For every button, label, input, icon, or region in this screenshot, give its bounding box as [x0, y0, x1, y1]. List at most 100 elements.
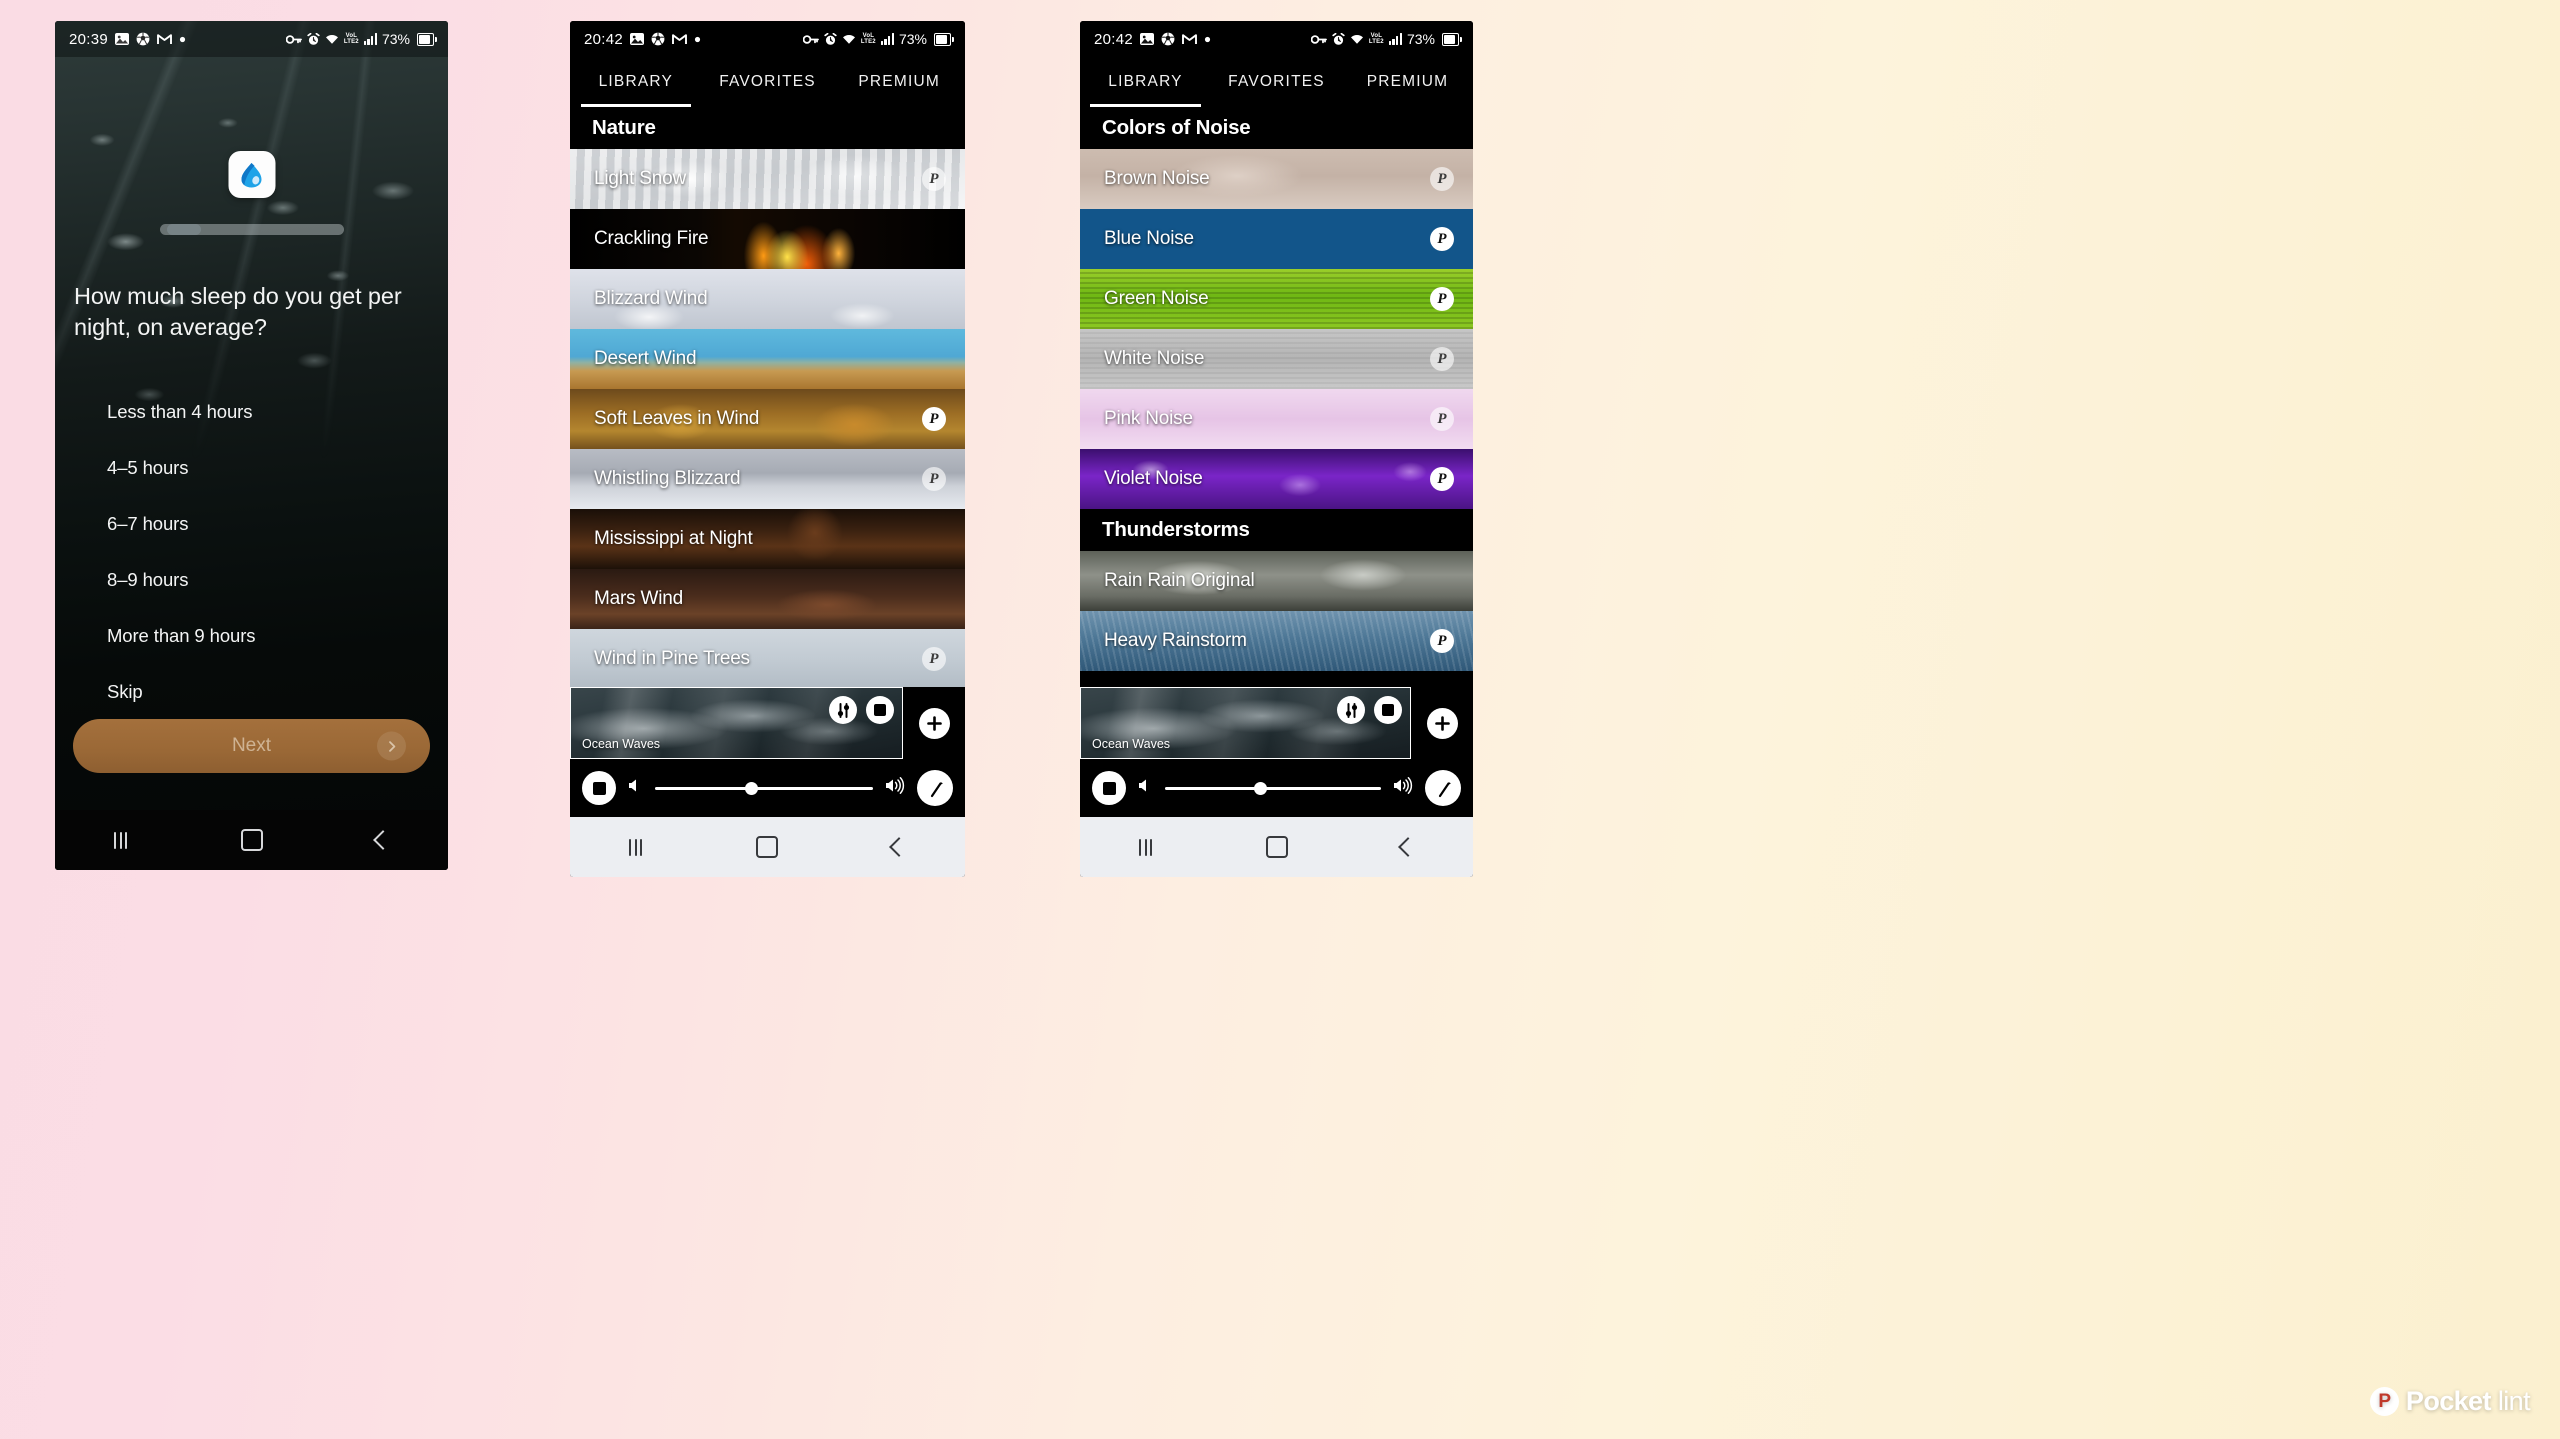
premium-badge[interactable]: P — [1430, 227, 1454, 251]
list-item[interactable]: Desert Wind — [570, 329, 965, 389]
recents-icon[interactable] — [606, 827, 666, 867]
mixer-icon[interactable] — [829, 696, 857, 724]
list-item[interactable]: Green Noise P — [1080, 269, 1473, 329]
option-less-than-4-hours[interactable]: Less than 4 hours — [107, 401, 428, 423]
section-header-nature: Nature — [570, 107, 965, 149]
premium-badge[interactable]: P — [1430, 467, 1454, 491]
volte-icon: VoL LTE2 — [1368, 33, 1384, 45]
option-8-9-hours[interactable]: 8–9 hours — [107, 569, 428, 591]
tab-library[interactable]: LIBRARY — [1080, 57, 1211, 107]
home-icon[interactable] — [1247, 827, 1307, 867]
home-icon[interactable] — [222, 820, 282, 860]
phone-2-tab-bar: LIBRARY FAVORITES PREMIUM — [570, 57, 965, 107]
plus-icon[interactable] — [1426, 707, 1458, 739]
premium-badge[interactable]: P — [922, 647, 946, 671]
gmail-icon — [672, 33, 687, 45]
phone-1-nav-bar — [55, 810, 448, 870]
stop-icon[interactable] — [1374, 696, 1402, 724]
tab-favorites[interactable]: FAVORITES — [702, 57, 834, 107]
tab-premium[interactable]: PREMIUM — [833, 57, 965, 107]
list-item[interactable]: Crackling Fire — [570, 209, 965, 269]
list-item-label: Crackling Fire — [594, 228, 709, 249]
recents-icon[interactable] — [91, 820, 151, 860]
list-item[interactable]: Blizzard Wind — [570, 269, 965, 329]
list-item[interactable]: Heavy Rainstorm P — [1080, 611, 1473, 671]
battery-icon — [417, 32, 437, 46]
tab-library[interactable]: LIBRARY — [570, 57, 702, 107]
sleep-timer-icon[interactable] — [1425, 770, 1461, 806]
back-icon[interactable] — [353, 820, 413, 860]
photos-icon — [1140, 32, 1155, 46]
volume-slider[interactable] — [655, 778, 873, 798]
back-icon[interactable] — [869, 827, 929, 867]
gmail-icon — [157, 33, 172, 45]
premium-badge[interactable]: P — [922, 467, 946, 491]
pocket-lint-watermark: P Pocket lint — [2369, 1386, 2531, 1417]
volume-slider[interactable] — [1165, 778, 1381, 798]
list-item[interactable]: Soft Leaves in Wind P — [570, 389, 965, 449]
plus-icon[interactable] — [918, 707, 950, 739]
list-item-label: Desert Wind — [594, 348, 697, 369]
list-item[interactable]: Blue Noise P — [1080, 209, 1473, 269]
ocean-waves-artwork[interactable]: Ocean Waves — [570, 687, 903, 759]
list-item[interactable]: Violet Noise P — [1080, 449, 1473, 509]
list-item-label: White Noise — [1104, 348, 1205, 369]
list-item[interactable]: Whistling Blizzard P — [570, 449, 965, 509]
option-6-7-hours[interactable]: 6–7 hours — [107, 513, 428, 535]
slider-knob[interactable] — [744, 781, 758, 795]
list-item[interactable]: Pink Noise P — [1080, 389, 1473, 449]
premium-badge[interactable]: P — [1430, 167, 1454, 191]
home-icon[interactable] — [737, 827, 797, 867]
premium-badge[interactable]: P — [1430, 407, 1454, 431]
sports-icon — [136, 32, 150, 46]
list-item[interactable]: Rain Rain Original — [1080, 551, 1473, 611]
phone-3-library: 20:42 VoL LTE2 73% LIBRARY FAVORITES PRE… — [1080, 21, 1473, 877]
mixer-icon[interactable] — [1337, 696, 1365, 724]
stop-button[interactable] — [582, 771, 616, 805]
signal-icon — [1388, 33, 1402, 45]
alarm-icon — [1332, 32, 1345, 46]
sleep-timer-icon[interactable] — [917, 770, 953, 806]
volume-high-icon — [1392, 777, 1414, 799]
pocket-lint-logo-icon: P — [2369, 1387, 2399, 1416]
slider-knob[interactable] — [1254, 781, 1268, 795]
back-icon[interactable] — [1378, 827, 1438, 867]
battery-icon — [1442, 32, 1462, 46]
artwork-controls — [1337, 696, 1402, 724]
option-4-5-hours[interactable]: 4–5 hours — [107, 457, 428, 479]
list-item[interactable]: Light Snow P — [570, 149, 965, 209]
player-transport — [1080, 759, 1473, 817]
option-skip[interactable]: Skip — [107, 681, 428, 703]
list-item-label: Mississippi at Night — [594, 528, 753, 549]
player-now-playing: Ocean Waves — [1080, 687, 1473, 759]
premium-badge[interactable]: P — [1430, 347, 1454, 371]
next-button[interactable]: Next — [73, 719, 430, 773]
slider-track — [655, 786, 873, 790]
tab-favorites[interactable]: FAVORITES — [1211, 57, 1342, 107]
alarm-icon — [824, 32, 837, 46]
stop-button[interactable] — [1092, 771, 1126, 805]
phone-3-nav-bar — [1080, 817, 1473, 877]
list-item[interactable]: Mars Wind — [570, 569, 965, 629]
wifi-icon — [1350, 34, 1364, 45]
list-item-label: Green Noise — [1104, 288, 1209, 309]
phone-1-status-bar: 20:39 VoL LTE2 73% — [55, 21, 448, 57]
stop-icon[interactable] — [866, 696, 894, 724]
list-item[interactable]: White Noise P — [1080, 329, 1473, 389]
battery-percent: 73% — [898, 31, 927, 47]
slider-track — [1165, 786, 1381, 790]
list-item[interactable]: Brown Noise P — [1080, 149, 1473, 209]
premium-badge[interactable]: P — [1430, 629, 1454, 653]
ocean-waves-artwork[interactable]: Ocean Waves — [1080, 687, 1411, 759]
phone-2-status-bar: 20:42 VoL LTE2 73% — [570, 21, 965, 57]
recents-icon[interactable] — [1116, 827, 1176, 867]
premium-badge[interactable]: P — [922, 407, 946, 431]
tab-premium[interactable]: PREMIUM — [1342, 57, 1473, 107]
list-item[interactable]: Wind in Pine Trees P — [570, 629, 965, 689]
volume-low-icon — [627, 777, 644, 799]
onboarding-question: How much sleep do you get per night, on … — [74, 283, 402, 340]
list-item[interactable]: Mississippi at Night — [570, 509, 965, 569]
option-more-than-9-hours[interactable]: More than 9 hours — [107, 625, 428, 647]
premium-badge[interactable]: P — [922, 167, 946, 191]
premium-badge[interactable]: P — [1430, 287, 1454, 311]
